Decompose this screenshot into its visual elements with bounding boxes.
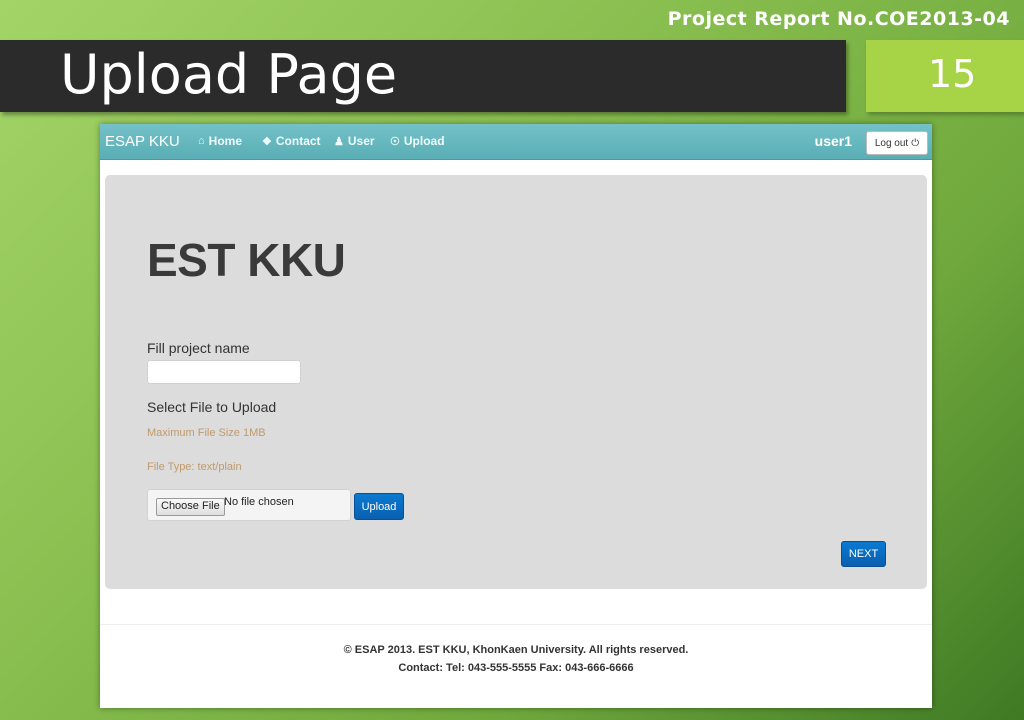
nav-item-user[interactable]: ♟ User bbox=[334, 134, 375, 148]
page-heading: EST KKU bbox=[147, 234, 346, 286]
nav-item-label: Upload bbox=[403, 134, 445, 148]
logout-label: Log out bbox=[874, 137, 909, 149]
choose-file-button[interactable]: Choose File bbox=[156, 498, 225, 516]
nav-item-upload[interactable]: ☉ Upload bbox=[390, 134, 445, 148]
report-number: Project Report No.COE2013-04 bbox=[667, 8, 1010, 30]
upload-circle-icon: ☉ bbox=[390, 135, 400, 148]
nav-item-label: Home bbox=[208, 134, 242, 148]
no-file-text: No file chosen bbox=[224, 496, 294, 508]
home-icon: ⌂ bbox=[198, 135, 205, 147]
page-number: 15 bbox=[928, 52, 977, 96]
power-icon: ⏻ bbox=[911, 137, 920, 149]
current-user: user1 bbox=[814, 133, 852, 149]
navbar: ESAP KKU ⌂ Home ❖ Contact ♟ User ☉ Uploa… bbox=[100, 124, 932, 160]
slide-title-bar: Upload Page bbox=[0, 40, 846, 112]
footer-divider bbox=[100, 624, 932, 625]
brand-link[interactable]: ESAP KKU bbox=[105, 133, 180, 150]
footer-copyright: © ESAP 2013. EST KKU, KhonKaen Universit… bbox=[343, 644, 689, 656]
nav-item-home[interactable]: ⌂ Home bbox=[198, 134, 242, 148]
user-icon: ♟ bbox=[334, 135, 344, 148]
nav-item-label: User bbox=[347, 134, 375, 148]
logout-button[interactable]: Log out ⏻ bbox=[866, 131, 928, 155]
nav-item-label: Contact bbox=[275, 134, 321, 148]
max-file-size-note: Maximum File Size 1MB bbox=[147, 427, 266, 439]
nav-item-contact[interactable]: ❖ Contact bbox=[262, 134, 321, 148]
upload-button[interactable]: Upload bbox=[354, 493, 404, 520]
project-name-input[interactable] bbox=[147, 360, 301, 384]
file-input: Choose File No file chosen bbox=[147, 489, 351, 521]
info-circle-icon: ❖ bbox=[262, 135, 272, 148]
page-number-box: 15 bbox=[866, 40, 1024, 112]
file-type-note: File Type: text/plain bbox=[147, 461, 242, 473]
project-name-label: Fill project name bbox=[147, 340, 250, 356]
app-screenshot: ESAP KKU ⌂ Home ❖ Contact ♟ User ☉ Uploa… bbox=[100, 124, 932, 708]
select-file-label: Select File to Upload bbox=[147, 399, 277, 415]
upload-panel: EST KKU Fill project name Select File to… bbox=[105, 175, 927, 589]
next-button[interactable]: NEXT bbox=[841, 541, 886, 567]
footer-contact: Contact: Tel: 043-555-5555 Fax: 043-666-… bbox=[398, 662, 634, 674]
slide-title: Upload Page bbox=[60, 43, 398, 106]
